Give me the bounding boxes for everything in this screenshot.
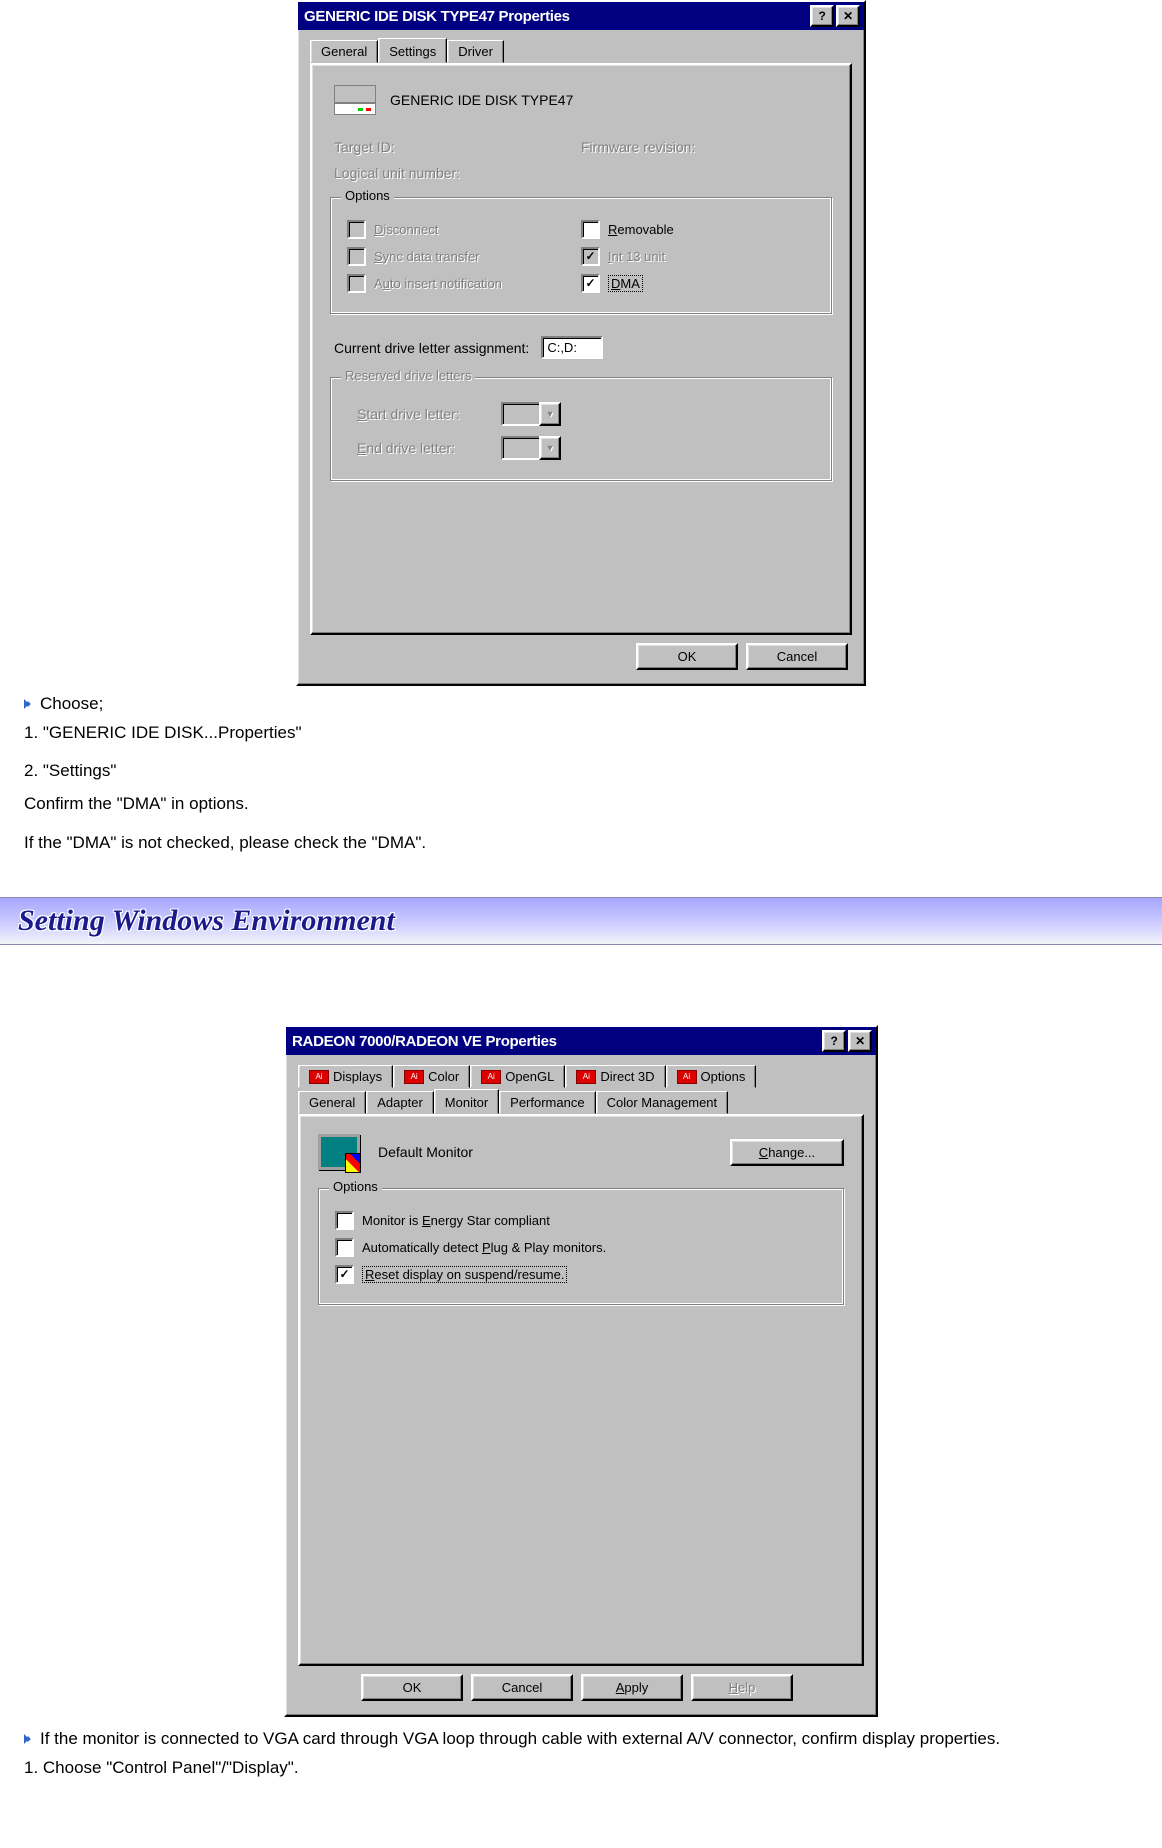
help-button[interactable]: Help (691, 1674, 793, 1701)
ati-logo-icon: Ai (309, 1070, 329, 1084)
tab-monitor[interactable]: Monitor (434, 1089, 499, 1114)
start-letter-dropdown (501, 402, 561, 426)
tab-panel-monitor: Default Monitor Change... Options Monito… (298, 1114, 864, 1666)
checkbox-int13 (581, 247, 600, 266)
apply-button[interactable]: Apply (581, 1674, 683, 1701)
tab-adapter[interactable]: Adapter (366, 1091, 434, 1114)
doc-paragraph: If the "DMA" is not checked, please chec… (0, 829, 1162, 858)
tab-performance[interactable]: Performance (499, 1091, 595, 1114)
tab-settings[interactable]: Settings (378, 38, 447, 63)
checkbox-removable[interactable] (581, 220, 600, 239)
label-drive-assign: Current drive letter assignment: (334, 340, 529, 356)
options-legend: Options (341, 188, 394, 203)
ide-properties-dialog: GENERIC IDE DISK TYPE47 Properties ? ✕ G… (296, 0, 866, 686)
ati-logo-icon: Ai (404, 1070, 424, 1084)
help-button[interactable]: ? (822, 1030, 846, 1052)
checkbox-disconnect (347, 220, 366, 239)
cancel-button[interactable]: Cancel (471, 1674, 573, 1701)
window-title: GENERIC IDE DISK TYPE47 Properties (304, 8, 808, 25)
close-button[interactable]: ✕ (836, 5, 860, 27)
tab-direct3d[interactable]: AiDirect 3D (565, 1065, 665, 1088)
label-firmware: Firmware revision: (581, 139, 828, 155)
change-button[interactable]: Change... (730, 1139, 844, 1166)
label-lun: Logical unit number: (334, 165, 828, 181)
checkbox-pnp-monitors[interactable] (335, 1238, 354, 1257)
tab-opengl[interactable]: AiOpenGL (470, 1065, 565, 1088)
checkbox-sync (347, 247, 366, 266)
doc-paragraph: If the monitor is connected to VGA card … (0, 1725, 1162, 1754)
tab-general[interactable]: General (310, 40, 378, 63)
reserved-legend: Reserved drive letters (341, 368, 475, 383)
options-legend: Options (329, 1179, 382, 1194)
section-banner: Setting Windows Environment (0, 897, 1162, 945)
drive-icon (334, 85, 376, 115)
tab-color[interactable]: AiColor (393, 1065, 470, 1088)
window-title: RADEON 7000/RADEON VE Properties (292, 1033, 820, 1050)
tabstrip-top: AiDisplays AiColor AiOpenGL AiDirect 3D … (294, 1061, 868, 1088)
tab-color-management[interactable]: Color Management (596, 1091, 729, 1114)
cancel-button[interactable]: Cancel (746, 643, 848, 670)
help-button[interactable]: ? (810, 5, 834, 27)
monitor-options-group: Options Monitor is Energy Star compliant… (318, 1188, 844, 1305)
ok-button[interactable]: OK (636, 643, 738, 670)
options-group: Options DDisconnectisconnect Sync data t… (330, 197, 832, 314)
ok-button[interactable]: OK (361, 1674, 463, 1701)
label-target-id: Target ID: (334, 139, 581, 155)
checkbox-dma[interactable] (581, 274, 600, 293)
close-button[interactable]: ✕ (848, 1030, 872, 1052)
tab-driver[interactable]: Driver (447, 40, 504, 63)
doc-paragraph: 1. "GENERIC IDE DISK...Properties" (0, 719, 1162, 748)
titlebar[interactable]: RADEON 7000/RADEON VE Properties ? ✕ (286, 1027, 876, 1055)
monitor-icon (318, 1134, 360, 1170)
checkbox-energy-star[interactable] (335, 1211, 354, 1230)
radeon-properties-dialog: RADEON 7000/RADEON VE Properties ? ✕ AiD… (284, 1025, 878, 1717)
tab-options[interactable]: AiOptions (666, 1065, 757, 1088)
titlebar[interactable]: GENERIC IDE DISK TYPE47 Properties ? ✕ (298, 2, 864, 30)
tabstrip: General Settings Driver (306, 36, 856, 63)
monitor-name: Default Monitor (378, 1144, 730, 1160)
bullet-icon (24, 1734, 34, 1744)
reserved-letters-group: Reserved drive letters Start drive lette… (330, 377, 832, 481)
ati-logo-icon: Ai (576, 1070, 596, 1084)
tab-general[interactable]: General (298, 1091, 366, 1114)
device-name: GENERIC IDE DISK TYPE47 (390, 92, 573, 108)
drive-assign-value: C:,D: (541, 336, 603, 359)
ati-logo-icon: Ai (677, 1070, 697, 1084)
banner-title: Setting Windows Environment (18, 904, 395, 938)
checkbox-reset-display[interactable] (335, 1265, 354, 1284)
doc-paragraph: 1. Choose "Control Panel"/"Display". (0, 1754, 1162, 1783)
tab-panel-settings: GENERIC IDE DISK TYPE47 Target ID: Firmw… (310, 63, 852, 635)
doc-paragraph: Confirm the "DMA" in options. (0, 790, 1162, 819)
checkbox-auto-insert (347, 274, 366, 293)
bullet-icon (24, 699, 34, 709)
end-letter-dropdown (501, 436, 561, 460)
tabstrip-bottom: General Adapter Monitor Performance Colo… (294, 1087, 868, 1114)
doc-paragraph: Choose; (0, 690, 1162, 719)
ati-logo-icon: Ai (481, 1070, 501, 1084)
tab-displays[interactable]: AiDisplays (298, 1065, 393, 1088)
doc-paragraph: 2. "Settings" (0, 757, 1162, 786)
